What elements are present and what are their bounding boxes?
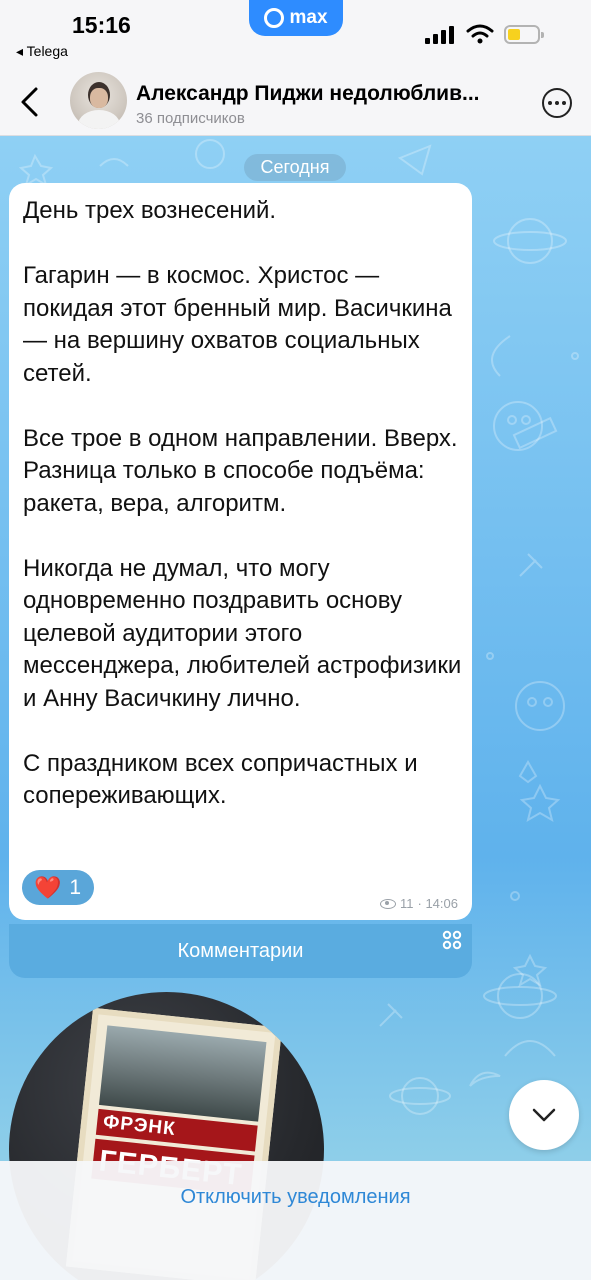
- comments-button[interactable]: Комментарии: [9, 924, 472, 978]
- comments-label: Комментарии: [177, 939, 304, 962]
- max-badge[interactable]: max: [249, 0, 343, 36]
- date-separator: Сегодня: [244, 154, 346, 181]
- channel-avatar[interactable]: [70, 72, 127, 129]
- message-bubble[interactable]: День трех вознесений. Гагарин — в космос…: [9, 183, 472, 920]
- message-text: День трех вознесений. Гагарин — в космос…: [23, 195, 463, 845]
- status-time: 15:16: [72, 12, 131, 38]
- chevron-down-icon: [532, 1108, 556, 1122]
- max-badge-label: max: [289, 7, 328, 28]
- bottom-bar: Отключить уведомления: [0, 1161, 591, 1280]
- battery-level: [508, 29, 520, 40]
- reaction-count: 1: [69, 875, 82, 899]
- view-count: 11: [400, 896, 414, 911]
- wifi-icon: [466, 24, 494, 44]
- scroll-down-button[interactable]: [509, 1080, 579, 1150]
- heart-icon: ❤️: [34, 874, 62, 900]
- views-icon: [380, 898, 397, 909]
- channel-title[interactable]: Александр Пиджи недолюблив...: [136, 82, 536, 106]
- message-paragraph: С праздником всех сопричастных и сопереж…: [23, 749, 418, 810]
- message-paragraph: Никогда не думал, что могу одновременно …: [23, 554, 462, 712]
- mute-notifications-button[interactable]: Отключить уведомления: [0, 1186, 591, 1209]
- more-icon[interactable]: [542, 88, 572, 118]
- signal-icon: [425, 26, 454, 44]
- message-time: · 14:06: [417, 896, 458, 911]
- battery-icon: [504, 25, 544, 44]
- message-paragraph: Гагарин — в космос. Христос — покидая эт…: [23, 262, 452, 387]
- back-to-app-link[interactable]: ◂ Telega: [16, 43, 68, 60]
- max-logo-icon: [264, 8, 285, 28]
- message-paragraph: День трех вознесений.: [23, 197, 277, 224]
- top-bar: 15:16 ◂ Telega max Александр Пиджи недол…: [0, 0, 591, 136]
- chevron-left-icon[interactable]: [18, 86, 40, 118]
- comments-icon: [442, 930, 462, 950]
- message-meta: 11 · 14:06: [380, 896, 458, 911]
- message-paragraph: Все трое в одном направлении. Вверх. Раз…: [23, 424, 458, 517]
- subscriber-count: 36 подписчиков: [136, 110, 245, 127]
- reaction-chip[interactable]: ❤️ 1: [22, 870, 94, 905]
